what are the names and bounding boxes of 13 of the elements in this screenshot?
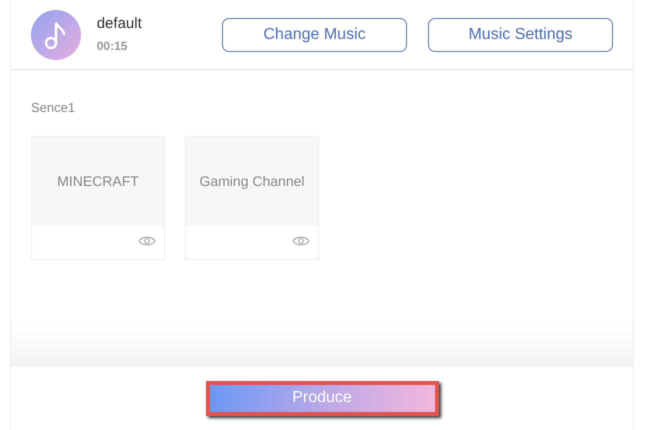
scene-card[interactable]: MINECRAFT [31,136,165,260]
produce-button[interactable]: Produce [206,380,438,416]
scene-label: Gaming Channel [199,172,305,191]
track-title: default [96,14,143,32]
scene-card[interactable]: Gaming Channel [185,136,319,260]
change-music-button[interactable]: Change Music [222,18,407,52]
scene-title: Sence1 [31,99,76,117]
music-settings-button[interactable]: Music Settings [428,18,613,52]
eye-icon[interactable] [138,235,156,247]
music-note-icon [31,10,81,60]
track-duration: 00:15 [96,38,128,54]
eye-icon[interactable] [292,235,310,247]
scene-label: MINECRAFT [57,172,139,190]
